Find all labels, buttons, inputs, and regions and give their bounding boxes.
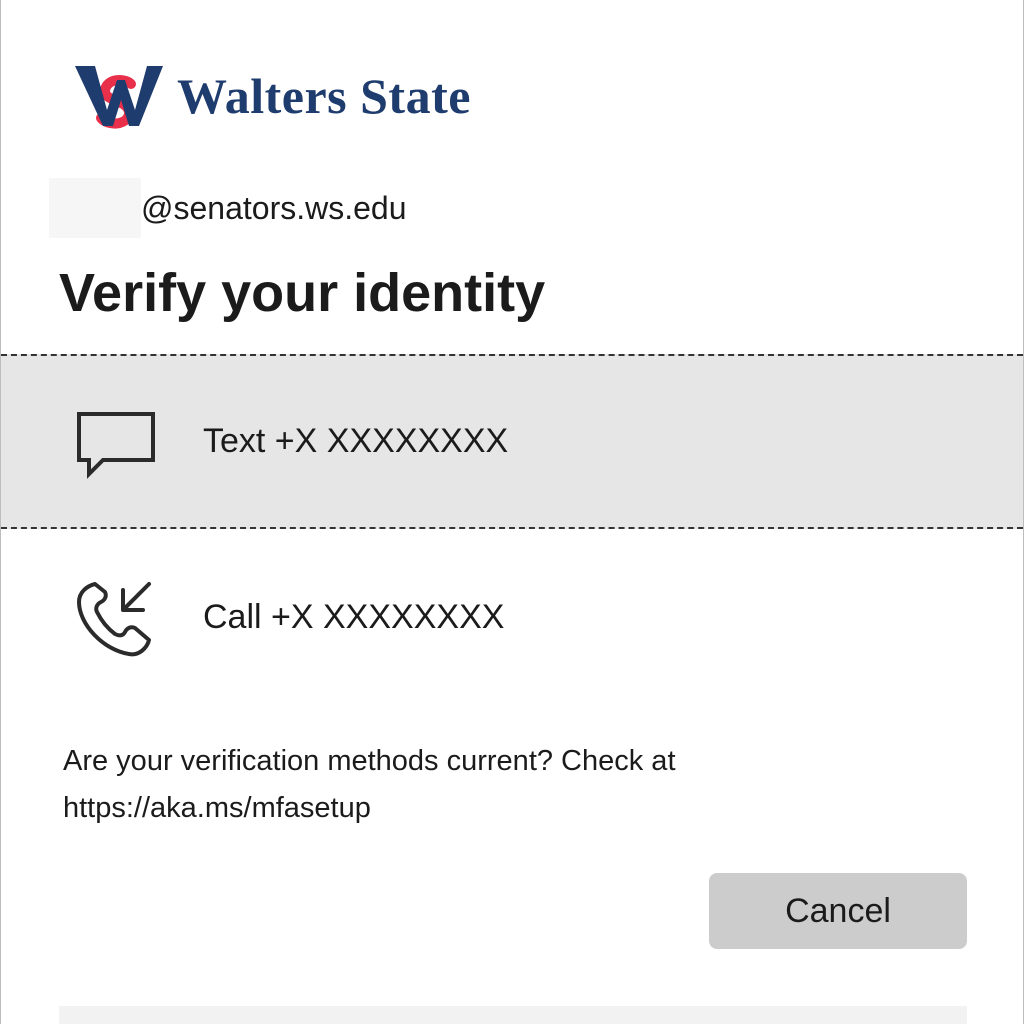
verify-option-call[interactable]: Call +X XXXXXXXX	[1, 530, 1023, 705]
brand-name: Walters State	[177, 68, 471, 124]
footer-strip	[59, 1006, 967, 1024]
verify-option-text[interactable]: Text +X XXXXXXXX	[1, 354, 1023, 529]
account-domain: @senators.ws.edu	[141, 189, 407, 226]
note-line-1: Are your verification methods current? C…	[63, 745, 676, 777]
redacted-username	[49, 178, 141, 238]
page-title: Verify your identity	[59, 263, 546, 323]
mfa-setup-link-text: https://aka.ms/mfasetup	[63, 792, 371, 824]
verify-option-call-label: Call +X XXXXXXXX	[203, 598, 505, 636]
verify-identity-page: Walters State @senators.ws.edu Verify yo…	[0, 0, 1024, 1024]
ws-monogram-logo-icon	[75, 66, 163, 129]
walters-state-logo: Walters State	[73, 60, 471, 132]
verify-option-text-label: Text +X XXXXXXXX	[203, 422, 509, 460]
chat-bubble-icon	[77, 411, 155, 479]
verification-methods-note: Are your verification methods current? C…	[63, 738, 963, 832]
cancel-button[interactable]: Cancel	[709, 873, 967, 949]
incoming-call-icon	[77, 581, 151, 656]
account-identifier: @senators.ws.edu	[49, 178, 407, 238]
